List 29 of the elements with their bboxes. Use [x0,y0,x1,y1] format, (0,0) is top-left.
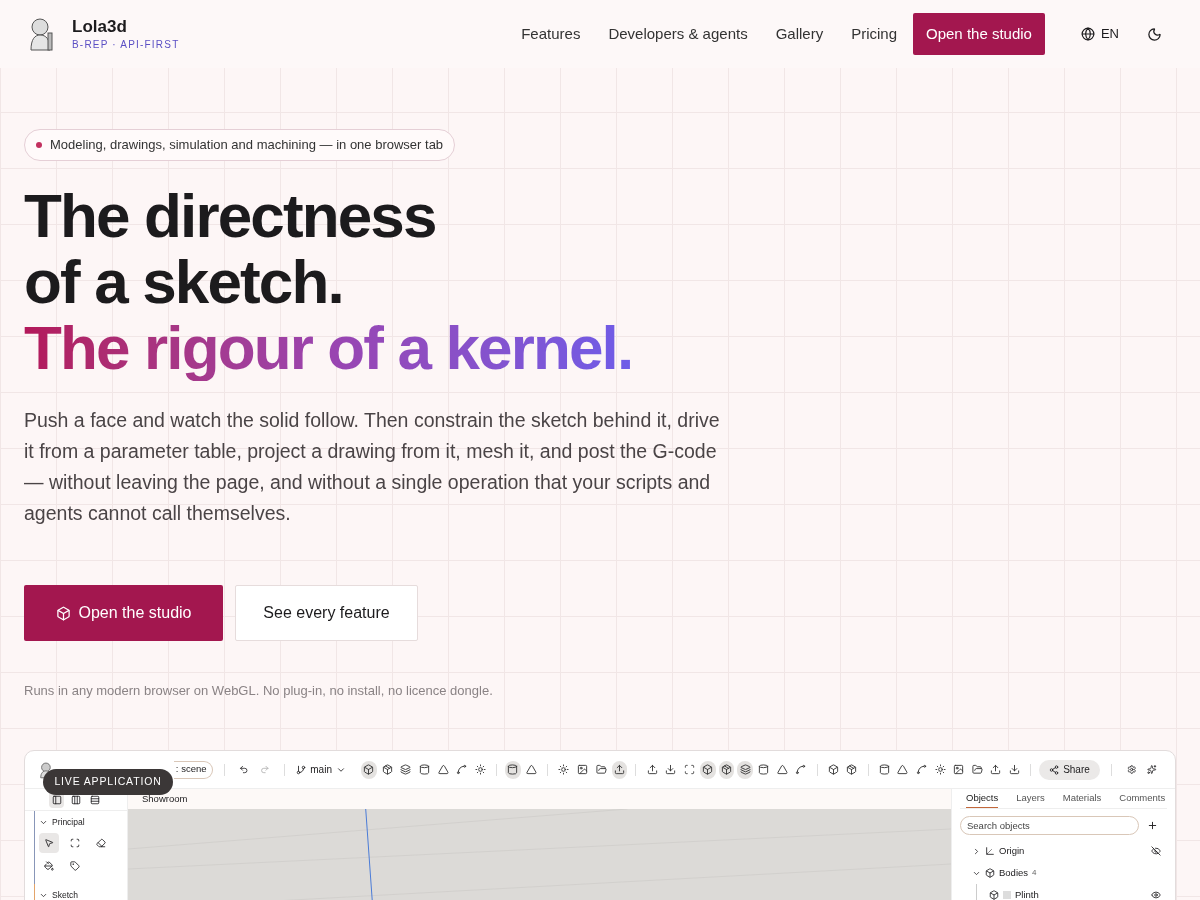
nav-link[interactable]: Gallery [775,22,824,46]
panel-tab[interactable]: Materials [1062,790,1102,808]
share-button[interactable]: Share [1039,759,1100,780]
language-button[interactable]: EN [1080,24,1119,44]
brand-name: Lola3d [72,16,128,37]
headline-line: of a sketch. [24,249,343,315]
section-title: Principal [52,815,85,829]
panel-tab[interactable]: Layers [1016,790,1045,808]
section-title: Sketch [52,888,78,900]
open-studio-button[interactable]: Open the studio [913,13,1045,55]
see-features-button[interactable]: See every feature [235,585,418,641]
live-application-badge: LIVE APPLICATION [43,769,173,795]
nav-link[interactable]: Features [521,22,581,46]
browser-note: Runs in any modern browser on WebGL. No plug-in, no install, no licence dongle. [24,682,494,700]
brand-tagline: B-REP · API-FIRST [72,37,180,52]
panel-tab[interactable]: Objects [966,790,999,808]
search-field[interactable]: Search objects [960,816,1139,835]
tree-item-label[interactable]: Origin [999,843,1025,859]
panel-tab[interactable]: Comments [1119,790,1166,808]
pill-text: Modeling, drawings, simulation and machining — in one browser tab [50,136,444,155]
open-studio-button[interactable]: Open the studio [24,585,223,641]
branch-selector[interactable]: main [296,762,346,777]
nav-link[interactable]: Developers & agents [608,22,748,46]
headline-line: The directness [24,183,436,249]
tree-item-label[interactable]: Plinth [1015,887,1039,900]
hero-description: Push a face and watch the solid follow. Then constrain the sketch behind it, drive it from a parameter table, project a drawing from it, mesh it, and post the G-code — without leaving the page, and without a single operation that your scripts and agents cannot call themselves. [24,408,721,526]
item-count: 4 [1032,867,1037,879]
tree-item-label[interactable]: Bodies [999,865,1029,881]
nav-link[interactable]: Pricing [851,22,897,46]
